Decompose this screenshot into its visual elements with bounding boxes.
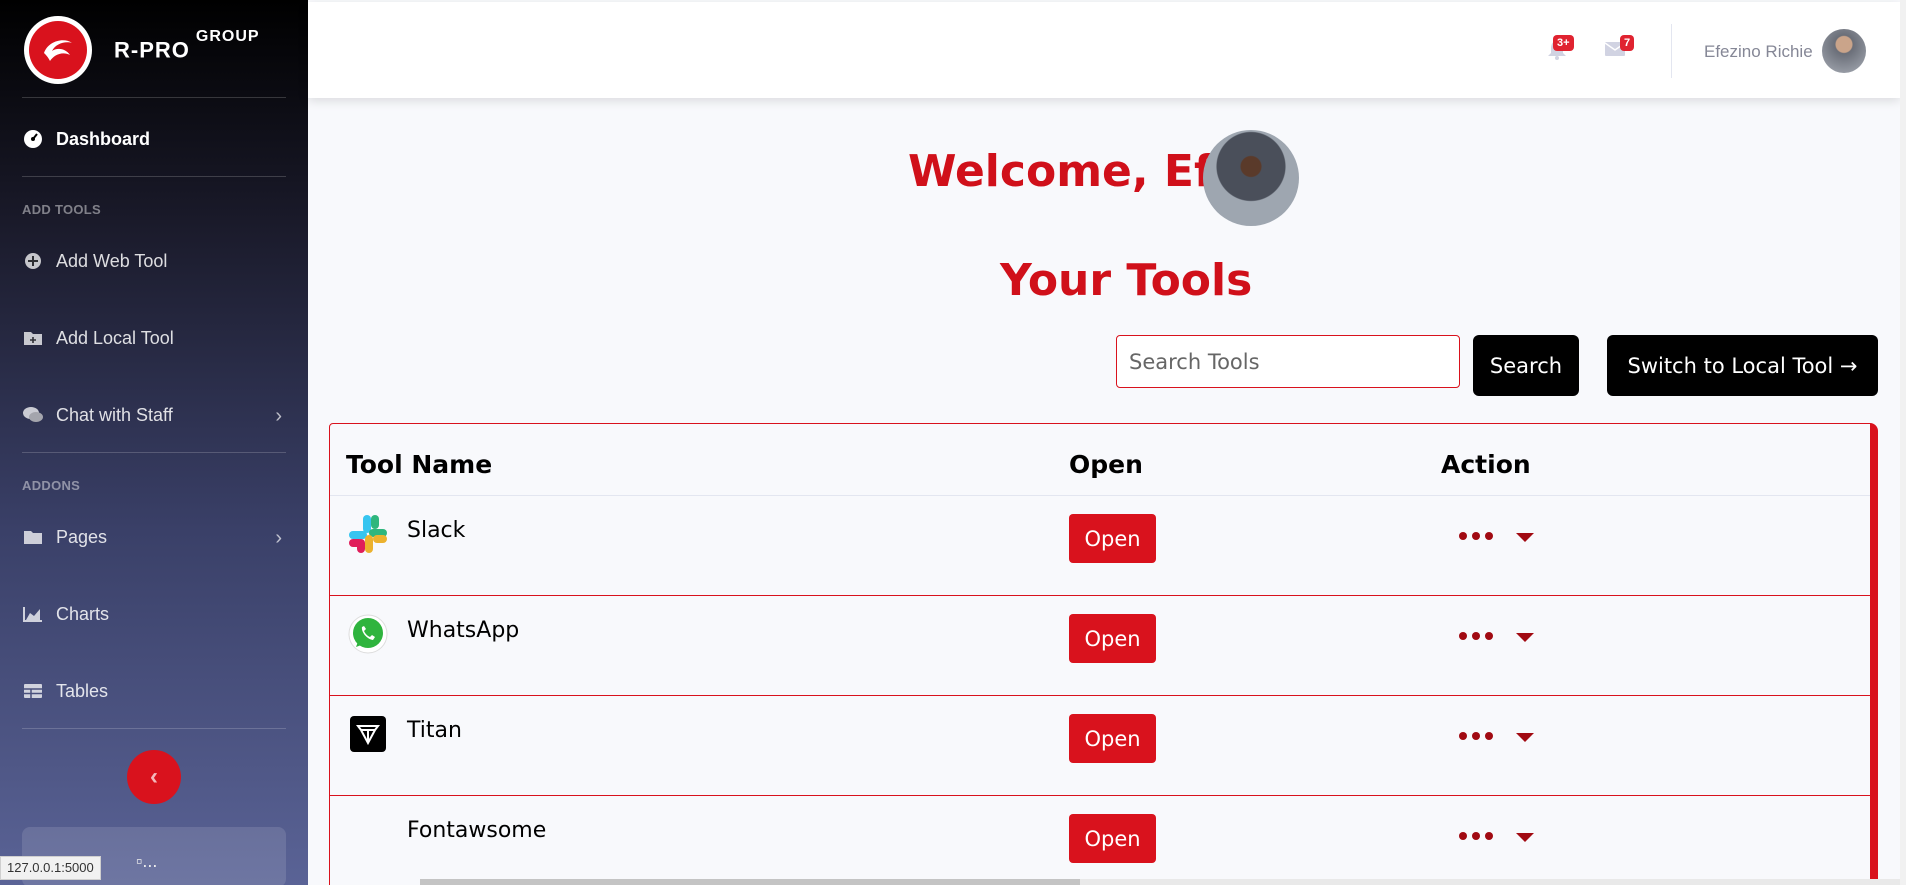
slack-icon — [346, 512, 390, 556]
sidebar-item-label: Dashboard — [56, 128, 151, 149]
divider — [22, 452, 286, 453]
table-icon — [22, 680, 44, 702]
caret-down-icon[interactable] — [1516, 633, 1534, 642]
horizontal-scrollbar[interactable] — [420, 879, 1906, 885]
sidebar-item-label: Chat with Staff — [56, 404, 173, 425]
sidebar-item-label: Add Local Tool — [56, 327, 174, 348]
caret-down-icon[interactable] — [1516, 533, 1534, 542]
search-button[interactable]: Search — [1473, 335, 1579, 396]
tachometer-icon — [22, 128, 44, 150]
tool-name: Slack — [407, 518, 466, 543]
sidebar-item-dashboard[interactable]: Dashboard — [22, 119, 286, 159]
avatar[interactable] — [1822, 29, 1866, 73]
more-actions-icon[interactable] — [1459, 532, 1493, 540]
scrollbar-thumb[interactable] — [420, 879, 1080, 885]
status-bar-url: 127.0.0.1:5000 — [0, 856, 101, 880]
chevron-right-icon: › — [275, 405, 282, 427]
chevron-right-icon: › — [275, 527, 282, 549]
column-header-tool-name: Tool Name — [346, 450, 493, 479]
messages-badge: 7 — [1620, 35, 1635, 51]
table-row: Slack Open — [330, 495, 1870, 595]
tool-name: Titan — [407, 718, 462, 743]
tool-name: Fontawsome — [407, 818, 547, 843]
more-actions-icon[interactable] — [1459, 632, 1493, 640]
sidebar-item-label: Tables — [56, 680, 109, 701]
column-header-action: Action — [1441, 450, 1531, 479]
topbar: 3+ 7 Efezino Richie — [308, 2, 1900, 98]
open-button[interactable]: Open — [1069, 514, 1156, 563]
open-button[interactable]: Open — [1069, 614, 1156, 663]
open-button[interactable]: Open — [1069, 814, 1156, 863]
profile-photo — [1203, 130, 1299, 226]
brand-logo — [24, 16, 92, 84]
sidebar-item-label: Pages — [56, 526, 108, 547]
sidebar-toggle-button[interactable]: ‹ — [127, 750, 181, 804]
table-row: Fontawsome Open — [330, 795, 1870, 885]
brand-suffix: GROUP — [195, 28, 260, 46]
sidebar-item-tables[interactable]: Tables — [22, 671, 286, 711]
sidebar-heading-addons: ADDONS — [22, 478, 81, 493]
whatsapp-icon — [346, 612, 390, 656]
user-name[interactable]: Efezino Richie — [1704, 42, 1813, 62]
tools-table: Tool Name Open Action Slack Open WhatsAp… — [329, 423, 1878, 885]
sidebar-item-add-local-tool[interactable]: Add Local Tool — [22, 318, 286, 358]
folder-icon — [22, 526, 44, 548]
more-actions-icon[interactable] — [1459, 832, 1493, 840]
divider — [22, 176, 286, 177]
broken-image-icon: ▫... — [136, 851, 158, 871]
folder-plus-icon — [22, 327, 44, 349]
open-button[interactable]: Open — [1069, 714, 1156, 763]
sidebar-item-label: Charts — [56, 603, 110, 624]
table-row: WhatsApp Open — [330, 595, 1870, 695]
alerts-badge: 3+ — [1553, 35, 1574, 51]
divider — [22, 728, 286, 729]
sidebar-heading-add-tools: ADD TOOLS — [22, 202, 102, 217]
sidebar-item-chat-with-staff[interactable]: Chat with Staff › — [22, 395, 286, 435]
sidebar: R-PROGROUP Dashboard ADD TOOLS Add Web T… — [0, 0, 308, 885]
vertical-scrollbar[interactable] — [1900, 0, 1906, 885]
caret-down-icon[interactable] — [1516, 833, 1534, 842]
table-row: Titan Open — [330, 695, 1870, 795]
column-header-open: Open — [1069, 450, 1143, 479]
divider — [22, 97, 286, 98]
page-title: Your Tools — [1000, 255, 1253, 306]
sidebar-item-add-web-tool[interactable]: Add Web Tool — [22, 241, 286, 281]
caret-down-icon[interactable] — [1516, 733, 1534, 742]
comments-icon — [22, 404, 44, 426]
sidebar-item-label: Add Web Tool — [56, 250, 168, 271]
plus-circle-icon — [22, 250, 44, 272]
sidebar-item-charts[interactable]: Charts — [22, 594, 286, 634]
more-actions-icon[interactable] — [1459, 732, 1493, 740]
chevron-left-icon: ‹ — [150, 763, 158, 790]
switch-to-local-tool-button[interactable]: Switch to Local Tool → — [1607, 335, 1878, 396]
titan-icon — [346, 712, 390, 756]
chart-area-icon — [22, 603, 44, 625]
brand[interactable]: R-PROGROUP — [24, 16, 260, 84]
topbar-divider — [1671, 24, 1672, 78]
search-input[interactable] — [1116, 335, 1460, 388]
brand-name: R-PROGROUP — [114, 28, 260, 63]
sidebar-item-pages[interactable]: Pages › — [22, 517, 286, 557]
tool-name: WhatsApp — [407, 618, 520, 643]
